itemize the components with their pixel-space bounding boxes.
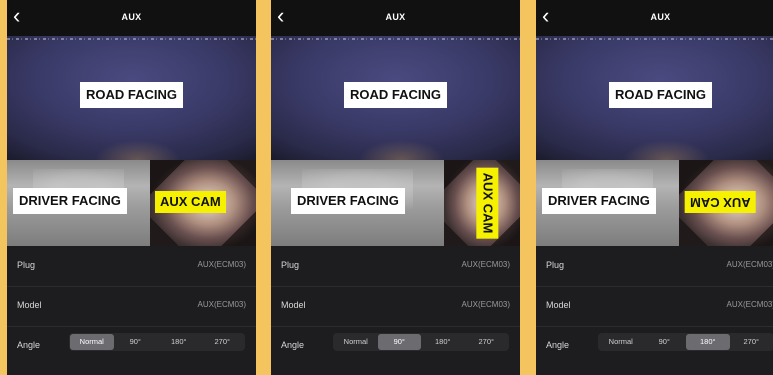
angle-option-90[interactable]: 90° — [643, 334, 687, 350]
settings-panel: Plug AUX(ECM03) Model AUX(ECM03) Angle N… — [536, 246, 773, 375]
plug-value: AUX(ECM03) — [197, 260, 246, 269]
driver-facing-label: DRIVER FACING — [13, 188, 127, 214]
driver-facing-label: DRIVER FACING — [542, 188, 656, 214]
video-timestamp-strip — [7, 38, 256, 40]
camera-lower-row: DRIVER FACING AUX CAM — [7, 160, 256, 246]
driver-facing-view: DRIVER FACING — [271, 160, 444, 246]
phone-screen-90: ‹ AUX ROAD FACING DRIVER FACING AUX CAM … — [271, 0, 520, 375]
road-facing-view: ROAD FACING — [536, 36, 773, 160]
angle-option-180[interactable]: 180° — [686, 334, 730, 350]
angle-row: Angle Normal 90° 180° 270° — [7, 326, 256, 366]
road-facing-label: ROAD FACING — [609, 82, 712, 108]
top-bar: ‹ AUX — [536, 0, 773, 36]
angle-segmented-control: Normal 90° 180° 270° — [598, 333, 773, 351]
aux-cam-view: AUX CAM — [150, 160, 256, 246]
model-row: Model AUX(ECM03) — [271, 286, 520, 327]
plug-row: Plug AUX(ECM03) — [271, 246, 520, 287]
video-timestamp-strip — [271, 38, 520, 40]
driver-facing-view: DRIVER FACING — [536, 160, 679, 246]
driver-facing-view: DRIVER FACING — [7, 160, 150, 246]
aux-cam-view: AUX CAM — [679, 160, 773, 246]
phone-screen-normal: ‹ AUX ROAD FACING DRIVER FACING AUX CAM … — [7, 0, 256, 375]
model-value: AUX(ECM03) — [726, 300, 773, 309]
angle-option-180[interactable]: 180° — [157, 334, 201, 350]
plug-label: Plug — [281, 260, 300, 270]
camera-lower-row: DRIVER FACING AUX CAM — [271, 160, 520, 246]
plug-label: Plug — [17, 260, 36, 270]
driver-facing-label: DRIVER FACING — [291, 188, 405, 214]
angle-label: Angle — [17, 340, 41, 350]
plug-value: AUX(ECM03) — [726, 260, 773, 269]
video-timestamp-strip — [536, 38, 773, 40]
angle-label: Angle — [546, 340, 570, 350]
road-facing-view: ROAD FACING — [271, 36, 520, 160]
plug-value: AUX(ECM03) — [461, 260, 510, 269]
aux-cam-label: AUX CAM — [476, 167, 499, 239]
angle-option-normal[interactable]: Normal — [334, 334, 378, 350]
angle-option-180[interactable]: 180° — [421, 334, 465, 350]
angle-option-270[interactable]: 270° — [201, 334, 245, 350]
model-value: AUX(ECM03) — [461, 300, 510, 309]
road-facing-label: ROAD FACING — [344, 82, 447, 108]
angle-option-270[interactable]: 270° — [730, 334, 773, 350]
angle-option-normal[interactable]: Normal — [599, 334, 643, 350]
model-row: Model AUX(ECM03) — [7, 286, 256, 327]
angle-segmented-control: Normal 90° 180° 270° — [69, 333, 245, 351]
page-title: AUX — [121, 12, 142, 22]
plug-row: Plug AUX(ECM03) — [7, 246, 256, 287]
settings-panel: Plug AUX(ECM03) Model AUX(ECM03) Angle N… — [7, 246, 256, 375]
plug-row: Plug AUX(ECM03) — [536, 246, 773, 287]
model-row: Model AUX(ECM03) — [536, 286, 773, 327]
angle-segmented-control: Normal 90° 180° 270° — [333, 333, 509, 351]
plug-label: Plug — [546, 260, 565, 270]
settings-panel: Plug AUX(ECM03) Model AUX(ECM03) Angle N… — [271, 246, 520, 375]
top-bar: ‹ AUX — [7, 0, 256, 36]
angle-label: Angle — [281, 340, 305, 350]
angle-option-90[interactable]: 90° — [377, 334, 421, 350]
angle-row: Angle Normal 90° 180° 270° — [271, 326, 520, 366]
angle-option-270[interactable]: 270° — [465, 334, 509, 350]
angle-option-90[interactable]: 90° — [114, 334, 158, 350]
model-value: AUX(ECM03) — [197, 300, 246, 309]
aux-cam-label: AUX CAM — [685, 191, 756, 213]
model-label: Model — [17, 300, 42, 310]
angle-row: Angle Normal 90° 180° 270° — [536, 326, 773, 366]
page-title: AUX — [385, 12, 406, 22]
aux-cam-view: AUX CAM — [444, 160, 520, 246]
top-bar: ‹ AUX — [271, 0, 520, 36]
phone-screen-180: ‹ AUX ROAD FACING DRIVER FACING AUX CAM … — [536, 0, 773, 375]
aux-cam-label: AUX CAM — [155, 191, 226, 213]
page-title: AUX — [650, 12, 671, 22]
model-label: Model — [281, 300, 306, 310]
road-facing-view: ROAD FACING — [7, 36, 256, 160]
angle-option-normal[interactable]: Normal — [70, 334, 114, 350]
road-facing-label: ROAD FACING — [80, 82, 183, 108]
model-label: Model — [546, 300, 571, 310]
camera-lower-row: DRIVER FACING AUX CAM — [536, 160, 773, 246]
